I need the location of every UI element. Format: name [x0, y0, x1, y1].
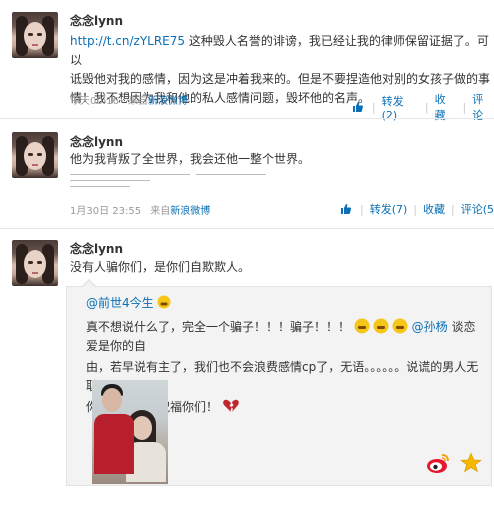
post-username[interactable]: 念念lynn: [70, 133, 123, 150]
post-actions: | 转发(7) | 收藏 | 评论(5: [340, 201, 494, 217]
favorite-button[interactable]: 收藏: [423, 201, 445, 217]
weibo-logo-icon[interactable]: [426, 452, 450, 474]
divider: [0, 118, 494, 119]
comment-button[interactable]: 评论(5: [461, 201, 494, 217]
post-text: 没有人骗你们，是你们自欺欺人。: [70, 260, 251, 274]
laughing-emoji-icon: [157, 295, 171, 309]
broken-heart-icon: [223, 399, 239, 412]
thumbs-up-icon[interactable]: [352, 101, 364, 113]
post-username[interactable]: 念念lynn: [70, 12, 123, 29]
post-time[interactable]: 今天00:16: [70, 96, 119, 107]
tiny-text-line: [70, 180, 150, 181]
laughing-emoji-icon: [354, 318, 408, 334]
avatar[interactable]: [12, 12, 58, 58]
tiny-text-line: [70, 186, 130, 187]
tiny-text-line: [70, 174, 190, 175]
post-meta: 今天00:16 来自新浪微博: [70, 96, 189, 107]
repost-author[interactable]: @前世4今生: [86, 294, 171, 313]
thumbs-up-icon[interactable]: [340, 203, 352, 215]
repost-button[interactable]: 转发(7): [370, 201, 408, 217]
avatar[interactable]: [12, 132, 58, 178]
tiny-text-line: [196, 174, 266, 175]
post-meta: 1月30日 23:55 来自新浪微博: [70, 206, 211, 217]
post-username[interactable]: 念念lynn: [70, 240, 123, 257]
post-source[interactable]: 新浪微博: [148, 96, 188, 107]
post-source[interactable]: 新浪微博: [170, 206, 210, 217]
avatar[interactable]: [12, 240, 58, 286]
mention-link[interactable]: @孙杨: [412, 320, 448, 334]
post-text: 他为我背叛了全世界，我会还他一整个世界。: [70, 152, 311, 166]
divider: [0, 228, 494, 229]
post-link[interactable]: http://t.cn/zYLRE75: [70, 34, 185, 48]
repost-photo[interactable]: [92, 380, 168, 484]
star-icon[interactable]: [460, 452, 482, 474]
post-time[interactable]: 1月30日 23:55: [70, 206, 141, 217]
